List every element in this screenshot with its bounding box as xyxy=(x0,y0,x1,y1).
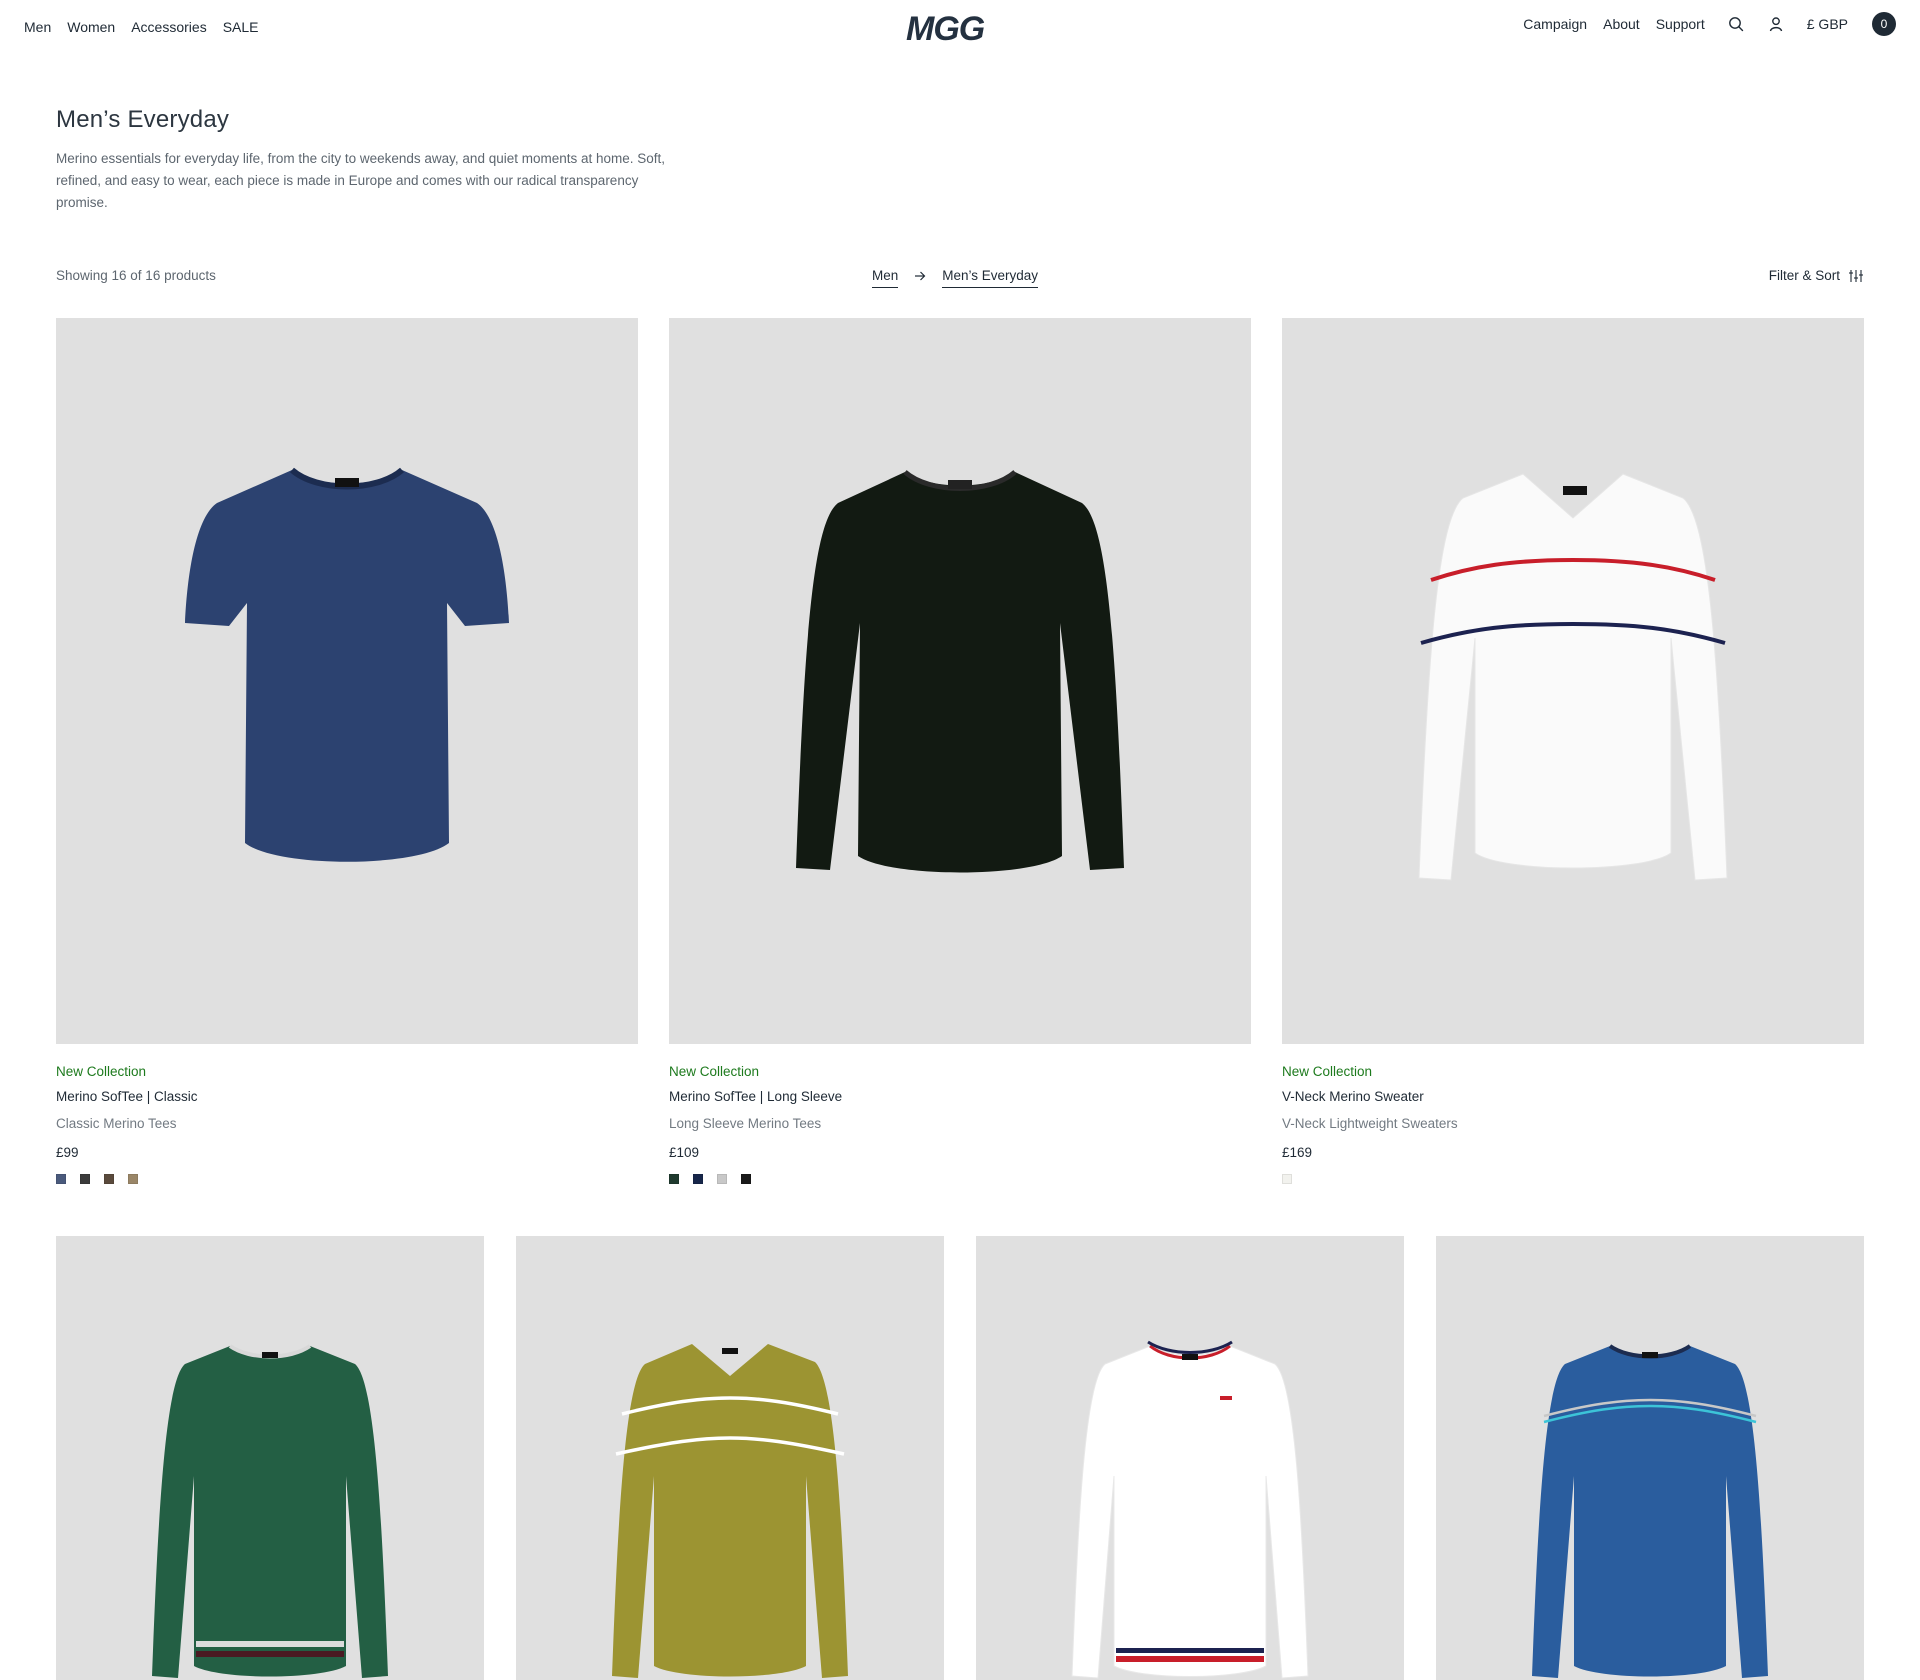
tshirt-image xyxy=(185,467,509,862)
breadcrumb-mens-everyday[interactable]: Men’s Everyday xyxy=(942,268,1039,288)
product-card[interactable] xyxy=(1436,1236,1864,1680)
account-icon[interactable] xyxy=(1767,15,1785,33)
color-swatch[interactable] xyxy=(104,1174,114,1184)
blue-striped-sweater-image xyxy=(1532,1344,1768,1678)
main-nav: Men Women Accessories SALE xyxy=(24,19,259,35)
search-icon[interactable] xyxy=(1727,15,1745,33)
product-card[interactable]: New Collection Merino SofTee | Classic C… xyxy=(56,318,638,1184)
site-header: Men Women Accessories SALE MGG Campaign … xyxy=(0,0,1920,56)
cart-button[interactable]: 0 xyxy=(1872,12,1896,36)
product-category: V-Neck Lightweight Sweaters xyxy=(1282,1116,1458,1131)
color-swatch[interactable] xyxy=(693,1174,703,1184)
color-swatch[interactable] xyxy=(669,1174,679,1184)
product-image[interactable] xyxy=(56,318,638,1044)
nav-support[interactable]: Support xyxy=(1656,16,1705,32)
product-name[interactable]: V-Neck Merino Sweater xyxy=(1282,1089,1864,1104)
sliders-icon xyxy=(1848,269,1864,283)
page-title: Men’s Everyday xyxy=(56,106,230,133)
product-badge: New Collection xyxy=(56,1064,147,1079)
color-swatch[interactable] xyxy=(1282,1174,1292,1184)
long-sleeve-tee-image xyxy=(796,470,1124,873)
product-image[interactable] xyxy=(516,1236,944,1680)
product-name[interactable]: Merino SofTee | Long Sleeve xyxy=(669,1089,1251,1104)
color-swatch[interactable] xyxy=(741,1174,751,1184)
white-crewneck-sweater-image xyxy=(1071,1340,1309,1679)
mgg-logo-icon: MGG xyxy=(906,10,986,48)
filter-sort-label: Filter & Sort xyxy=(1768,268,1840,283)
product-price: £109 xyxy=(669,1145,700,1160)
product-badge: New Collection xyxy=(1282,1064,1373,1079)
product-image[interactable] xyxy=(1436,1236,1864,1680)
product-image[interactable] xyxy=(669,318,1251,1044)
nav-men[interactable]: Men xyxy=(24,19,51,35)
nav-about[interactable]: About xyxy=(1603,16,1640,32)
color-swatches xyxy=(669,1174,1251,1184)
brand-logo[interactable]: MGG xyxy=(906,10,1016,48)
product-name[interactable]: Merino SofTee | Classic xyxy=(56,1089,638,1104)
product-card[interactable] xyxy=(976,1236,1404,1680)
color-swatch[interactable] xyxy=(128,1174,138,1184)
utility-nav: Campaign About Support £ GBP 0 xyxy=(1507,12,1896,36)
vneck-striped-sweater-image xyxy=(612,1344,848,1678)
product-price: £169 xyxy=(1282,1145,1313,1160)
color-swatches xyxy=(1282,1174,1864,1184)
product-image[interactable] xyxy=(1282,318,1864,1044)
color-swatch[interactable] xyxy=(56,1174,66,1184)
product-category: Long Sleeve Merino Tees xyxy=(669,1116,822,1131)
product-price: £99 xyxy=(56,1145,79,1160)
color-swatch[interactable] xyxy=(717,1174,727,1184)
vneck-sweater-image xyxy=(1418,473,1728,881)
product-card[interactable]: New Collection Merino SofTee | Long Slee… xyxy=(669,318,1251,1184)
product-card[interactable] xyxy=(516,1236,944,1680)
color-swatch[interactable] xyxy=(80,1174,90,1184)
breadcrumb-men[interactable]: Men xyxy=(872,268,899,288)
nav-sale[interactable]: SALE xyxy=(223,19,259,35)
product-image[interactable] xyxy=(976,1236,1404,1680)
product-card[interactable] xyxy=(56,1236,484,1680)
color-swatches xyxy=(56,1174,638,1184)
product-image[interactable] xyxy=(56,1236,484,1680)
nav-campaign[interactable]: Campaign xyxy=(1523,16,1587,32)
page-description: Merino essentials for everyday life, fro… xyxy=(56,151,666,210)
currency-selector[interactable]: £ GBP xyxy=(1807,16,1848,32)
product-count: Showing 16 of 16 products xyxy=(56,268,216,283)
crewneck-sweater-image xyxy=(152,1344,388,1678)
product-badge: New Collection xyxy=(669,1064,760,1079)
filter-sort-button[interactable]: Filter & Sort xyxy=(1769,268,1864,283)
nav-women[interactable]: Women xyxy=(67,19,115,35)
product-card[interactable]: New Collection V-Neck Merino Sweater V-N… xyxy=(1282,318,1864,1184)
logo-wordmark: MGG xyxy=(906,10,985,44)
nav-accessories[interactable]: Accessories xyxy=(131,19,206,35)
arrow-right-icon xyxy=(914,269,926,284)
product-category: Classic Merino Tees xyxy=(56,1116,177,1131)
breadcrumb: Men Men’s Everyday xyxy=(872,268,1039,288)
